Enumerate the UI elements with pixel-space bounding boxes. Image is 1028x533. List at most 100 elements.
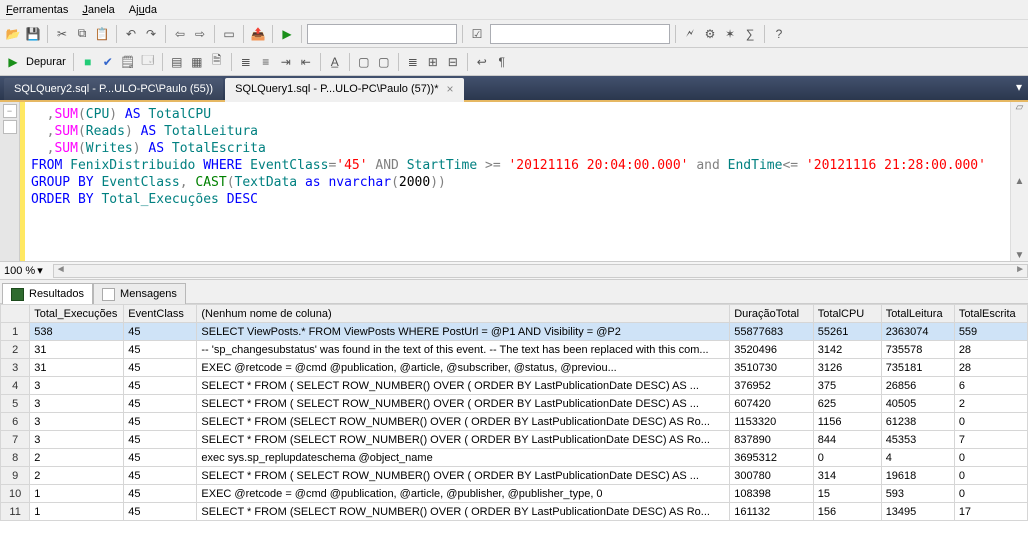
- uncomment-icon[interactable]: ≡: [257, 53, 275, 71]
- cell-eventclass[interactable]: 45: [124, 449, 197, 467]
- comment-icon[interactable]: ≣: [237, 53, 255, 71]
- cell-cpu[interactable]: 3142: [813, 341, 881, 359]
- cell-cpu[interactable]: 1156: [813, 413, 881, 431]
- cell-eventclass[interactable]: 45: [124, 323, 197, 341]
- cell-duracao[interactable]: 300780: [730, 467, 814, 485]
- cell-cpu[interactable]: 15: [813, 485, 881, 503]
- cell-query[interactable]: exec sys.sp_replupdateschema @object_nam…: [197, 449, 730, 467]
- col-total-execucoes[interactable]: Total_Execuções: [30, 305, 124, 323]
- cell-eventclass[interactable]: 45: [124, 341, 197, 359]
- menu-help[interactable]: Ajuda: [129, 4, 157, 16]
- cell-duracao[interactable]: 607420: [730, 395, 814, 413]
- tab-sqlquery2[interactable]: SQLQuery2.sql - P...ULO-PC\Paulo (55)): [4, 78, 223, 100]
- col-eventclass[interactable]: EventClass: [124, 305, 197, 323]
- cell-leitura[interactable]: 4: [881, 449, 954, 467]
- cell-exec[interactable]: 3: [30, 413, 124, 431]
- undo-icon[interactable]: ↶: [122, 25, 140, 43]
- cut-icon[interactable]: ✂: [53, 25, 71, 43]
- cell-leitura[interactable]: 735578: [881, 341, 954, 359]
- cell-exec[interactable]: 3: [30, 431, 124, 449]
- cell-cpu[interactable]: 314: [813, 467, 881, 485]
- results-text-icon[interactable]: ▤: [168, 53, 186, 71]
- table-row[interactable]: 33145EXEC @retcode = @cmd @publication, …: [1, 359, 1028, 377]
- bookmarks-icon[interactable]: ▢: [355, 53, 373, 71]
- cell-escrita[interactable]: 0: [954, 449, 1027, 467]
- cell-eventclass[interactable]: 45: [124, 485, 197, 503]
- sql-index-icon[interactable]: ✶: [721, 25, 739, 43]
- cell-cpu[interactable]: 375: [813, 377, 881, 395]
- toggle-a-icon[interactable]: ☑: [468, 25, 486, 43]
- outline-expand-icon[interactable]: ⊞: [424, 53, 442, 71]
- debug-play-icon[interactable]: ▶: [4, 53, 22, 71]
- cell-exec[interactable]: 538: [30, 323, 124, 341]
- col-totalescrita[interactable]: TotalEscrita: [954, 305, 1027, 323]
- cell-duracao[interactable]: 3520496: [730, 341, 814, 359]
- cell-leitura[interactable]: 19618: [881, 467, 954, 485]
- window-layout-icon[interactable]: ▭: [220, 25, 238, 43]
- specify-values-icon[interactable]: A̲: [326, 53, 344, 71]
- redo-icon[interactable]: ↷: [142, 25, 160, 43]
- cell-escrita[interactable]: 28: [954, 359, 1027, 377]
- outdent-icon[interactable]: ⇤: [297, 53, 315, 71]
- stop-icon[interactable]: ■: [79, 53, 97, 71]
- cell-query[interactable]: SELECT ViewPosts.* FROM ViewPosts WHERE …: [197, 323, 730, 341]
- cell-leitura[interactable]: 45353: [881, 431, 954, 449]
- cell-cpu[interactable]: 844: [813, 431, 881, 449]
- cell-eventclass[interactable]: 45: [124, 395, 197, 413]
- tab-mensagens[interactable]: Mensagens: [93, 283, 186, 304]
- cell-exec[interactable]: 1: [30, 503, 124, 521]
- editor-horizontal-scrollbar[interactable]: [53, 264, 1028, 278]
- col-query[interactable]: (Nenhum nome de coluna): [197, 305, 730, 323]
- cell-cpu[interactable]: 55261: [813, 323, 881, 341]
- cell-query[interactable]: SELECT * FROM (SELECT ROW_NUMBER() OVER …: [197, 431, 730, 449]
- cell-escrita[interactable]: 2: [954, 395, 1027, 413]
- open-file-icon[interactable]: 📂: [4, 25, 22, 43]
- cell-exec[interactable]: 3: [30, 395, 124, 413]
- paste-icon[interactable]: 📋: [93, 25, 111, 43]
- cell-escrita[interactable]: 6: [954, 377, 1027, 395]
- cell-escrita[interactable]: 17: [954, 503, 1027, 521]
- cell-query[interactable]: EXEC @retcode = @cmd @publication, @arti…: [197, 485, 730, 503]
- nav-fwd-icon[interactable]: ⇨: [191, 25, 209, 43]
- cell-leitura[interactable]: 735181: [881, 359, 954, 377]
- cell-leitura[interactable]: 2363074: [881, 323, 954, 341]
- cell-query[interactable]: SELECT * FROM ( SELECT ROW_NUMBER() OVER…: [197, 377, 730, 395]
- cell-leitura[interactable]: 61238: [881, 413, 954, 431]
- save-icon[interactable]: 💾: [24, 25, 42, 43]
- sql-options-icon[interactable]: ⚙: [701, 25, 719, 43]
- cell-cpu[interactable]: 3126: [813, 359, 881, 377]
- cell-leitura[interactable]: 13495: [881, 503, 954, 521]
- zoom-selector[interactable]: 100 %▾: [4, 264, 43, 277]
- outline-collapse-icon[interactable]: ⊟: [444, 53, 462, 71]
- debug-button[interactable]: Depurar: [24, 56, 68, 68]
- cell-escrita[interactable]: 559: [954, 323, 1027, 341]
- tab-sqlquery1[interactable]: SQLQuery1.sql - P...ULO-PC\Paulo (57))*×: [225, 78, 463, 102]
- cell-escrita[interactable]: 0: [954, 413, 1027, 431]
- menu-tools[interactable]: Ferramentas: [6, 4, 68, 16]
- indent-icon[interactable]: ⇥: [277, 53, 295, 71]
- cell-eventclass[interactable]: 45: [124, 503, 197, 521]
- sql-plan-icon[interactable]: 🗲: [681, 25, 699, 43]
- cell-duracao[interactable]: 1153320: [730, 413, 814, 431]
- close-tab-icon[interactable]: ×: [447, 82, 454, 96]
- database-combo[interactable]: [490, 24, 670, 44]
- cell-escrita[interactable]: 0: [954, 485, 1027, 503]
- table-row[interactable]: 11145SELECT * FROM (SELECT ROW_NUMBER() …: [1, 503, 1028, 521]
- cell-eventclass[interactable]: 45: [124, 467, 197, 485]
- table-row[interactable]: 10145EXEC @retcode = @cmd @publication, …: [1, 485, 1028, 503]
- help-icon[interactable]: ?: [770, 25, 788, 43]
- code-area[interactable]: ,SUM(CPU) AS TotalCPU ,SUM(Reads) AS Tot…: [25, 102, 1010, 261]
- cell-query[interactable]: -- 'sp_changesubstatus' was found in the…: [197, 341, 730, 359]
- outline-collapse-marker-icon[interactable]: −: [3, 104, 17, 118]
- table-row[interactable]: 8245exec sys.sp_replupdateschema @object…: [1, 449, 1028, 467]
- bookmark-next-icon[interactable]: ▢: [375, 53, 393, 71]
- split-handle-icon[interactable]: ▱: [1016, 102, 1024, 113]
- cell-query[interactable]: EXEC @retcode = @cmd @publication, @arti…: [197, 359, 730, 377]
- execute-icon[interactable]: ▶: [278, 25, 296, 43]
- cell-escrita[interactable]: 7: [954, 431, 1027, 449]
- cell-exec[interactable]: 1: [30, 485, 124, 503]
- cell-exec[interactable]: 2: [30, 467, 124, 485]
- tab-resultados[interactable]: Resultados: [2, 283, 93, 304]
- cell-query[interactable]: SELECT * FROM (SELECT ROW_NUMBER() OVER …: [197, 503, 730, 521]
- table-row[interactable]: 153845SELECT ViewPosts.* FROM ViewPosts …: [1, 323, 1028, 341]
